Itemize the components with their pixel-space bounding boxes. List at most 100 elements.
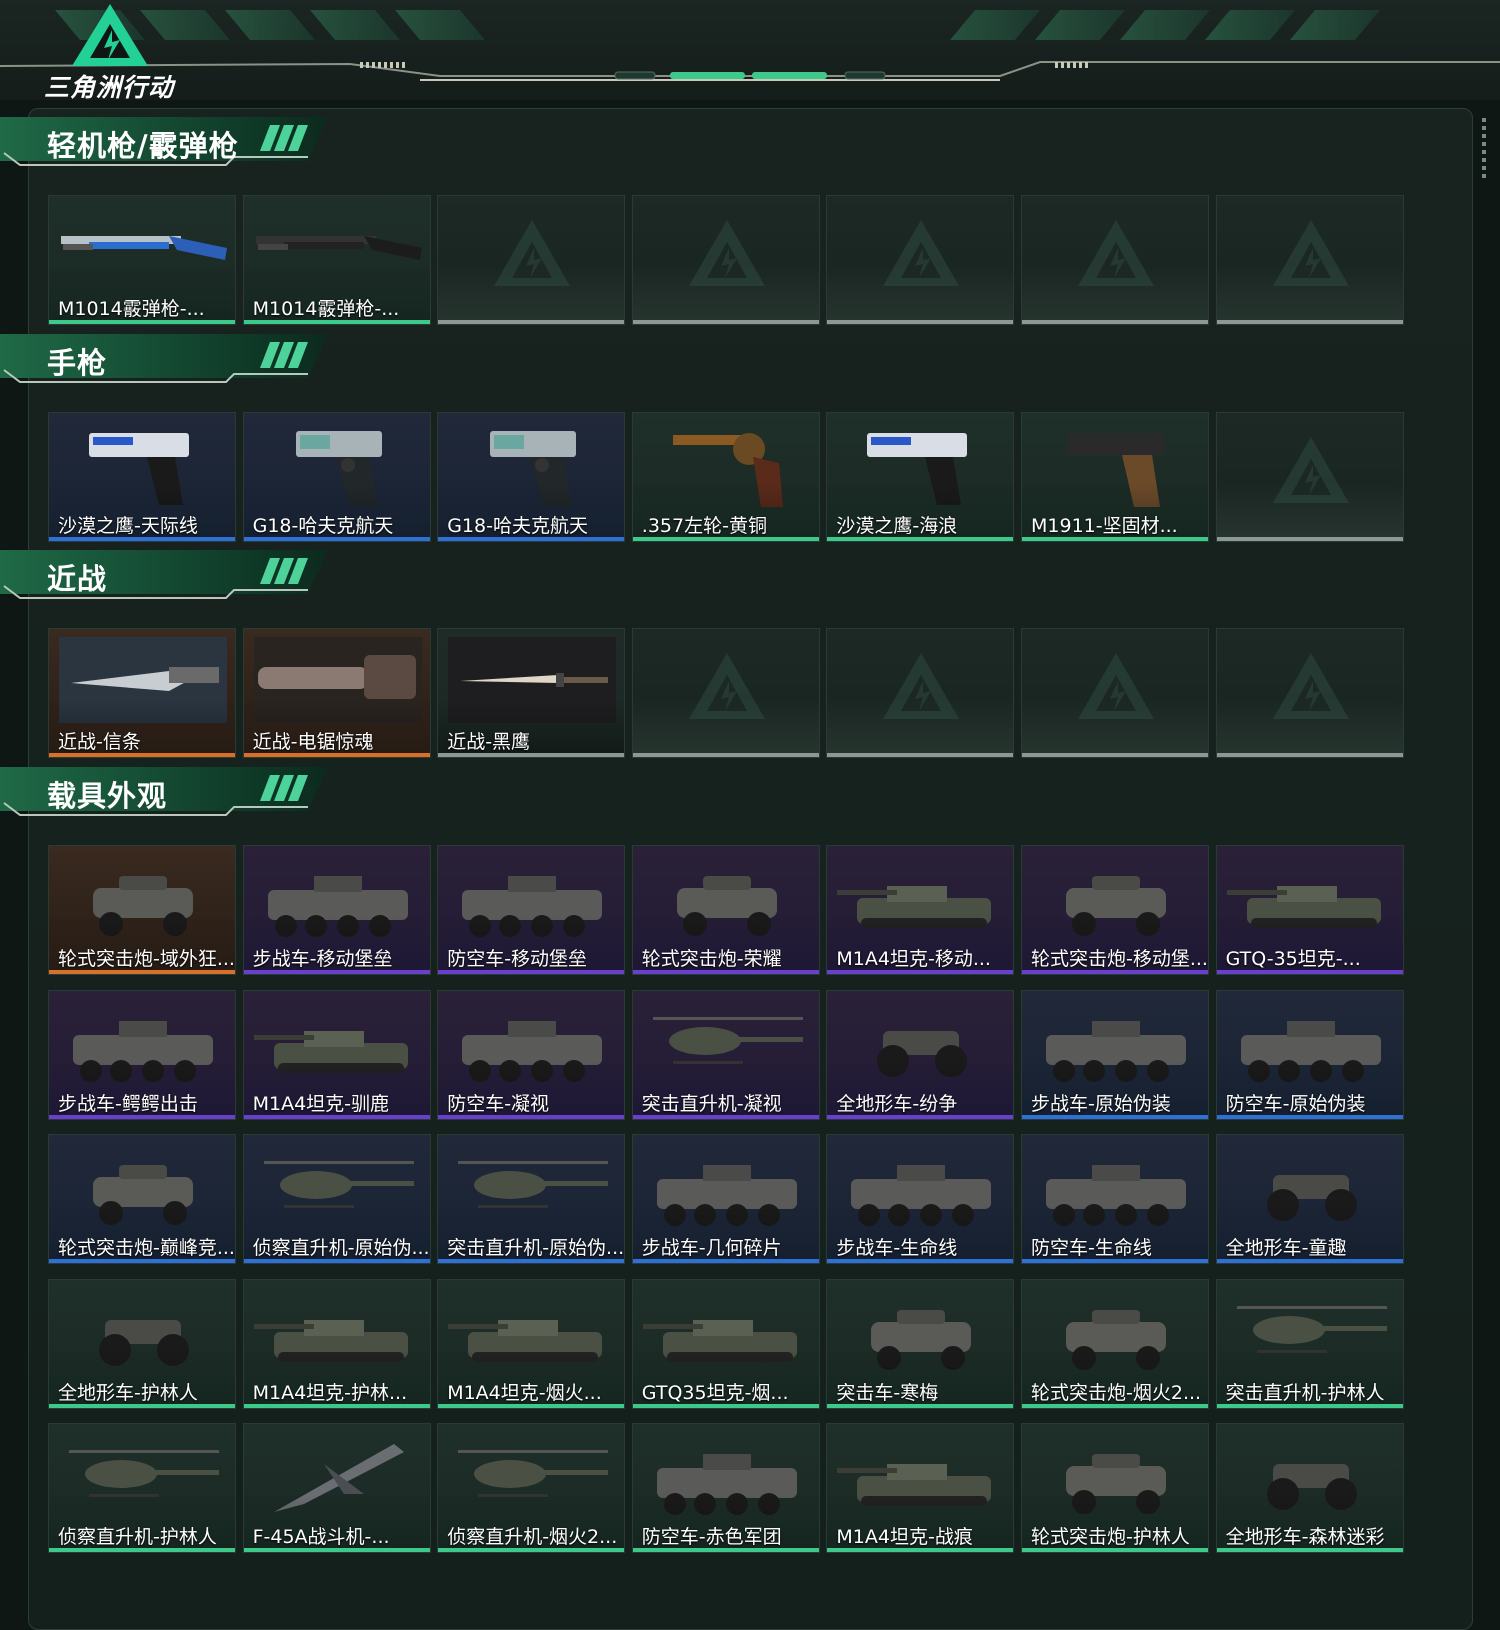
- item-card[interactable]: 全地形车-护林人: [48, 1278, 236, 1409]
- item-card[interactable]: G18-哈夫克航天: [242, 412, 431, 542]
- item-card[interactable]: M1A4坦克-移动...: [826, 845, 1015, 975]
- item-card[interactable]: 近战-信条: [48, 628, 236, 758]
- item-card[interactable]: 侦察直升机-护林人: [48, 1423, 236, 1553]
- rarity-bar: [243, 1114, 430, 1119]
- section-header: 近战: [0, 548, 330, 604]
- item-label: 轮式突击炮-荣耀: [641, 948, 782, 970]
- item-card[interactable]: .357左轮-黄铜: [631, 412, 820, 542]
- item-card[interactable]: 全地形车-纷争: [826, 989, 1015, 1120]
- item-card[interactable]: 轮式突击炮-移动堡...: [1021, 845, 1209, 975]
- rarity-bar: [49, 753, 235, 757]
- item-card[interactable]: 轮式突击炮-护林人: [1021, 1423, 1209, 1553]
- section-header: 载具外观: [0, 765, 330, 821]
- rarity-bar: [1216, 970, 1403, 974]
- item-card[interactable]: M1A4坦克-护林...: [242, 1278, 431, 1409]
- empty-slot-card: [826, 628, 1015, 758]
- item-card[interactable]: F-45A战斗机-...: [242, 1423, 431, 1553]
- item-card[interactable]: 轮式突击炮-域外狂...: [48, 845, 236, 975]
- item-card[interactable]: 步战车-几何碎片: [631, 1134, 820, 1264]
- item-card[interactable]: 突击直升机-护林人: [1215, 1278, 1404, 1409]
- item-card[interactable]: GTQ35坦克-烟...: [631, 1278, 820, 1409]
- empty-slot-logo-icon: [883, 220, 960, 286]
- banner-stripes: [55, 10, 1380, 40]
- item-card[interactable]: M1911-坚固材...: [1021, 412, 1209, 542]
- item-card[interactable]: GTQ-35坦克-...: [1215, 845, 1404, 975]
- item-card[interactable]: 轮式突击炮-烟火2...: [1021, 1278, 1209, 1409]
- empty-slot-logo-icon: [1272, 653, 1349, 719]
- rarity-bar: [243, 320, 430, 324]
- item-label: 防空车-凝视: [447, 1092, 550, 1115]
- item-label: 突击直升机-凝视: [641, 1092, 782, 1115]
- item-card[interactable]: 突击车-寒梅: [826, 1278, 1015, 1409]
- item-label: M1A4坦克-移动...: [836, 948, 991, 970]
- rarity-bar: [243, 1403, 430, 1408]
- item-card[interactable]: 步战车-原始伪装: [1021, 989, 1209, 1120]
- item-card[interactable]: 防空车-移动堡垒: [437, 845, 626, 975]
- item-label: GTQ-35坦克-...: [1225, 948, 1361, 970]
- rarity-bar: [632, 753, 819, 757]
- empty-slot-logo-icon: [1078, 220, 1154, 286]
- section-header: 手枪: [0, 332, 330, 388]
- item-card[interactable]: G18-哈夫克航天: [437, 412, 626, 542]
- rarity-bar: [1022, 1403, 1208, 1408]
- item-card[interactable]: 全地形车-童趣: [1215, 1134, 1404, 1264]
- item-card[interactable]: 防空车-生命线: [1021, 1134, 1209, 1264]
- rarity-bar: [827, 970, 1014, 974]
- empty-slot-logo-icon: [688, 220, 765, 286]
- item-card[interactable]: 近战-黑鹰: [437, 628, 626, 758]
- item-label: 防空车-移动堡垒: [447, 948, 588, 970]
- item-card[interactable]: 侦察直升机-烟火2...: [437, 1423, 626, 1553]
- item-label: 沙漠之鹰-天际线: [58, 515, 198, 537]
- item-card[interactable]: 轮式突击炮-荣耀: [631, 845, 820, 975]
- item-card[interactable]: 沙漠之鹰-海浪: [826, 412, 1015, 542]
- rarity-bar: [827, 753, 1014, 757]
- rarity-bar: [632, 537, 819, 541]
- item-card[interactable]: 防空车-凝视: [437, 989, 626, 1120]
- empty-slot-logo-icon: [494, 220, 571, 286]
- rarity-bar: [438, 1259, 625, 1263]
- item-card[interactable]: M1014霰弹枪-...: [48, 195, 236, 325]
- empty-slot-card: [826, 195, 1015, 325]
- item-label: 步战车-生命线: [836, 1237, 958, 1259]
- item-label: 步战车-鳄鳄出击: [58, 1092, 198, 1115]
- item-card[interactable]: 防空车-原始伪装: [1215, 989, 1404, 1120]
- scrollbar[interactable]: [1482, 118, 1486, 178]
- item-card[interactable]: 突击直升机-原始伪...: [437, 1134, 626, 1264]
- rarity-bar: [827, 1403, 1014, 1408]
- item-label: 轮式突击炮-烟火2...: [1031, 1381, 1202, 1404]
- rarity-bar: [1216, 1403, 1403, 1408]
- item-card[interactable]: M1A4坦克-战痕: [826, 1423, 1015, 1553]
- rarity-bar: [1022, 1114, 1208, 1119]
- item-card[interactable]: 防空车-赤色军团: [631, 1423, 820, 1553]
- item-card[interactable]: M1A4坦克-驯鹿: [242, 989, 431, 1120]
- rarity-bar: [1216, 537, 1403, 541]
- item-card[interactable]: 步战车-鳄鳄出击: [48, 989, 236, 1120]
- item-label: 步战车-移动堡垒: [252, 948, 393, 970]
- rarity-bar: [1216, 1548, 1403, 1552]
- item-label: 沙漠之鹰-海浪: [836, 515, 958, 537]
- item-card[interactable]: 侦察直升机-原始伪...: [242, 1134, 431, 1264]
- empty-slot-card: [1021, 195, 1209, 325]
- rarity-bar: [438, 1403, 625, 1408]
- item-card[interactable]: 突击直升机-凝视: [631, 989, 820, 1120]
- item-label: 侦察直升机-原始伪...: [252, 1237, 429, 1259]
- section-title: 手枪: [47, 346, 108, 380]
- item-card[interactable]: M1014霰弹枪-...: [242, 195, 431, 325]
- rarity-bar: [1216, 1259, 1403, 1263]
- item-label: 轮式突击炮-域外狂...: [58, 948, 234, 970]
- empty-slot-card: [437, 195, 626, 325]
- item-card[interactable]: 轮式突击炮-巅峰竞...: [48, 1134, 236, 1264]
- item-label: 全地形车-森林迷彩: [1225, 1526, 1385, 1548]
- item-card[interactable]: 近战-电锯惊魂: [242, 628, 431, 758]
- empty-slot-logo-icon: [688, 653, 765, 719]
- item-label: .357左轮-黄铜: [641, 515, 767, 537]
- item-card[interactable]: 步战车-移动堡垒: [242, 845, 431, 975]
- item-card[interactable]: M1A4坦克-烟火...: [437, 1278, 626, 1409]
- item-label: 全地形车-护林人: [58, 1381, 198, 1404]
- empty-slot-card: [1215, 412, 1404, 542]
- item-label: M1A4坦克-战痕: [836, 1526, 973, 1548]
- item-card[interactable]: 步战车-生命线: [826, 1134, 1015, 1264]
- item-card[interactable]: 全地形车-森林迷彩: [1215, 1423, 1404, 1553]
- item-card[interactable]: 沙漠之鹰-天际线: [48, 412, 236, 542]
- item-label: 侦察直升机-护林人: [58, 1526, 217, 1548]
